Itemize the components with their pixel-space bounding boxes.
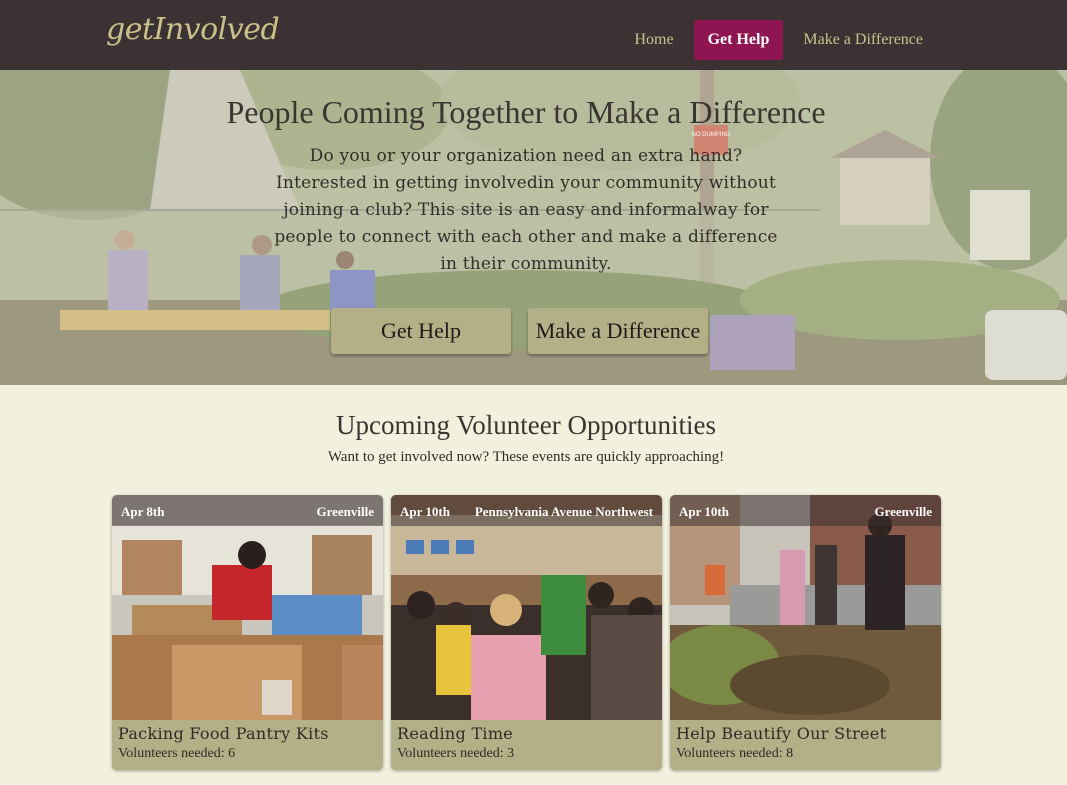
- card-date: Apr 8th: [121, 504, 165, 519]
- nav-home-link[interactable]: Home: [620, 20, 687, 60]
- hero-description: Do you or your organization need an extr…: [274, 146, 778, 274]
- card-volunteers-needed: Volunteers needed: 6: [118, 746, 236, 761]
- card-volunteers-needed: Volunteers needed: 3: [397, 746, 515, 761]
- card-title[interactable]: Help Beautify Our Street: [676, 724, 886, 743]
- hero-title: People Coming Together to Make a Differe…: [226, 94, 826, 130]
- site-logo[interactable]: getInvolved: [106, 12, 280, 47]
- opportunity-card[interactable]: Apr 8th Greenville Packing Food Pantry K…: [112, 495, 383, 770]
- make-a-difference-button[interactable]: Make a Difference: [528, 308, 708, 354]
- card-location: Greenville: [316, 504, 374, 519]
- main-nav: Home Get Help Make a Difference: [620, 20, 937, 60]
- opportunity-card[interactable]: Apr 10th Pennsylvania Avenue Northwest R…: [391, 495, 662, 770]
- nav-get-help-link[interactable]: Get Help: [693, 20, 784, 60]
- nav-make-a-difference-link[interactable]: Make a Difference: [789, 20, 937, 60]
- card-location: Greenville: [874, 504, 932, 519]
- hero-banner: NO DUMPING People Coming Together to Mak…: [0, 70, 1067, 385]
- card-title[interactable]: Reading Time: [397, 724, 513, 743]
- card-date: Apr 10th: [679, 504, 729, 519]
- card-location: Pennsylvania Avenue Northwest: [474, 504, 653, 519]
- card-photo: [670, 495, 941, 720]
- card-date: Apr 10th: [400, 504, 450, 519]
- card-title[interactable]: Packing Food Pantry Kits: [118, 724, 329, 743]
- card-photo: [112, 495, 383, 720]
- card-volunteers-needed: Volunteers needed: 8: [676, 746, 794, 761]
- opportunities-title: Upcoming Volunteer Opportunities: [336, 410, 716, 440]
- opportunity-card[interactable]: Apr 10th Greenville Help Beautify Our St…: [670, 495, 941, 770]
- card-photo: [391, 495, 662, 720]
- get-help-button[interactable]: Get Help: [331, 308, 511, 354]
- top-navbar: getInvolved Home Get Help Make a Differe…: [0, 0, 1067, 70]
- opportunities-subtitle: Want to get involved now? These events a…: [327, 449, 725, 465]
